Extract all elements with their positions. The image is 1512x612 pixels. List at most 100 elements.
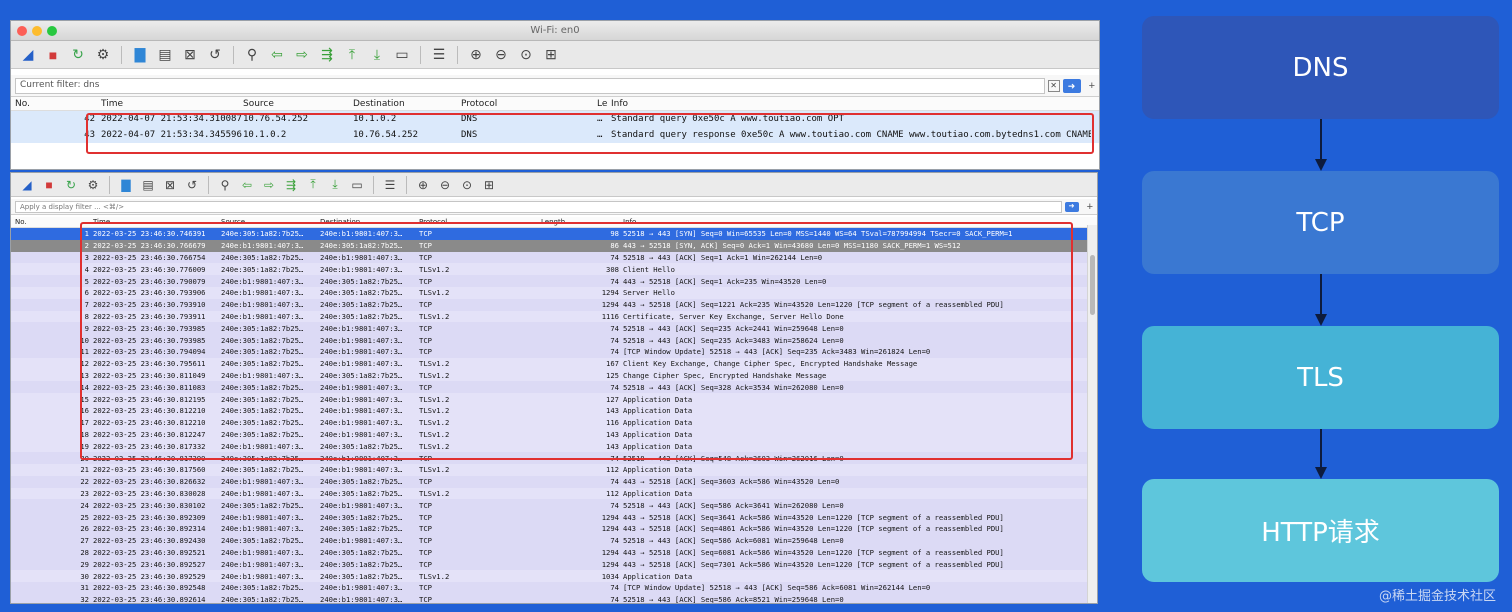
packet-row[interactable]: 11 2022-03-25 23:46:30.794094 240e:305:1a8…	[11, 345, 1097, 358]
column-header[interactable]: Destination	[320, 218, 419, 226]
save-file-icon[interactable]: ▤	[138, 175, 158, 195]
packet-row[interactable]: 25 2022-03-25 23:46:30.892309 240e:b1:9801…	[11, 511, 1097, 523]
close-file-icon[interactable]: ⊠	[160, 175, 180, 195]
packet-row[interactable]: 12 2022-03-25 23:46:30.795611 240e:305:1a8…	[11, 357, 1097, 370]
go-first-packet-icon[interactable]: ⤒	[303, 175, 323, 195]
column-header[interactable]: Info	[623, 218, 1078, 226]
packet-row[interactable]: 5 2022-03-25 23:46:30.790079 240e:b1:9801:…	[11, 275, 1097, 287]
packet-row[interactable]: 19 2022-03-25 23:46:30.817332 240e:b1:9801…	[11, 440, 1097, 453]
save-file-icon[interactable]: ▤	[154, 44, 176, 66]
packet-row[interactable]: 6 2022-03-25 23:46:30.793906 240e:b1:9801:…	[11, 286, 1097, 299]
packet-row[interactable]: 1 2022-03-25 23:46:30.746391 240e:305:1a82…	[11, 228, 1097, 240]
auto-scroll-icon[interactable]: ▭	[347, 175, 367, 195]
capture-options-icon[interactable]: ⚙	[92, 44, 114, 66]
column-header[interactable]: Length	[541, 218, 623, 226]
go-forward-icon[interactable]: ⇨	[291, 44, 313, 66]
zoom-out-icon[interactable]: ⊖	[490, 44, 512, 66]
shark-fin-start-icon[interactable]: ◢	[17, 44, 39, 66]
packet-row[interactable]: 30 2022-03-25 23:46:30.892529 240e:b1:9801…	[11, 570, 1097, 582]
display-filter-input[interactable]: Apply a display filter ... <⌘/>	[15, 200, 1062, 213]
apply-filter-button[interactable]: ➜	[1062, 78, 1081, 93]
packet-row[interactable]: 31 2022-03-25 23:46:30.892548 240e:305:1a8…	[11, 581, 1097, 594]
column-header[interactable]: Protocol	[461, 99, 597, 109]
packet-row[interactable]: 3 2022-03-25 23:46:30.766754 240e:305:1a82…	[11, 251, 1097, 264]
packet-row[interactable]: 23 2022-03-25 23:46:30.830028 240e:b1:9801…	[11, 487, 1097, 500]
go-to-packet-icon[interactable]: ⇶	[316, 44, 338, 66]
packet-row[interactable]: 28 2022-03-25 23:46:30.892521 240e:b1:9801…	[11, 546, 1097, 559]
packet-row[interactable]: 24 2022-03-25 23:46:30.830102 240e:305:1a8…	[11, 499, 1097, 512]
resize-columns-icon[interactable]: ⊞	[479, 175, 499, 195]
packet-row[interactable]: 18 2022-03-25 23:46:30.812247 240e:305:1a8…	[11, 428, 1097, 441]
packet-row[interactable]: 10 2022-03-25 23:46:30.793985 240e:305:1a8…	[11, 334, 1097, 346]
restart-capture-icon[interactable]: ↻	[61, 175, 81, 195]
add-filter-button-icon[interactable]: +	[1089, 80, 1095, 92]
find-packet-icon[interactable]: ⚲	[215, 175, 235, 195]
close-window-button[interactable]	[17, 26, 27, 36]
packet-row[interactable]: 4 2022-03-25 23:46:30.776009 240e:305:1a82…	[11, 263, 1097, 276]
open-file-icon[interactable]: ▇	[129, 44, 151, 66]
auto-scroll-icon[interactable]: ▭	[391, 44, 413, 66]
packet-row[interactable]: 21 2022-03-25 23:46:30.817560 240e:305:1a8…	[11, 463, 1097, 476]
zoom-normal-icon[interactable]: ⊙	[515, 44, 537, 66]
open-file-icon[interactable]: ▇	[116, 175, 136, 195]
packet-row[interactable]: 20 2022-03-25 23:46:30.817399 240e:305:1a8…	[11, 452, 1097, 464]
packet-row[interactable]: 13 2022-03-25 23:46:30.811049 240e:b1:9801…	[11, 369, 1097, 382]
capture-options-icon[interactable]: ⚙	[83, 175, 103, 195]
packet-row[interactable]: 22 2022-03-25 23:46:30.826632 240e:b1:9801…	[11, 475, 1097, 488]
colorize-icon[interactable]: ☰	[380, 175, 400, 195]
packet-row[interactable]: 42 2022-04-07 21:53:34.310087 10.76.54.252…	[11, 111, 1099, 127]
column-header[interactable]: Source	[221, 218, 320, 226]
packet-row[interactable]: 17 2022-03-25 23:46:30.812210 240e:305:1a8…	[11, 416, 1097, 429]
column-header[interactable]: No.	[11, 218, 93, 226]
colorize-icon[interactable]: ☰	[428, 44, 450, 66]
packet-row[interactable]: 9 2022-03-25 23:46:30.793985 240e:305:1a82…	[11, 322, 1097, 335]
packet-row[interactable]: 7 2022-03-25 23:46:30.793910 240e:b1:9801:…	[11, 298, 1097, 311]
go-back-icon[interactable]: ⇦	[237, 175, 257, 195]
column-header[interactable]: Source	[243, 99, 353, 109]
go-back-icon[interactable]: ⇦	[266, 44, 288, 66]
minimize-window-button[interactable]	[32, 26, 42, 36]
apply-filter-button[interactable]: ➜	[1064, 201, 1079, 212]
column-header[interactable]: No.	[11, 99, 101, 109]
go-last-packet-icon[interactable]: ⤓	[366, 44, 388, 66]
zoom-in-icon[interactable]: ⊕	[465, 44, 487, 66]
packet-row[interactable]: 8 2022-03-25 23:46:30.793911 240e:b1:9801:…	[11, 310, 1097, 323]
packet-list-scrollbar[interactable]	[1087, 225, 1097, 603]
clear-filter-icon[interactable]: ✕	[1047, 79, 1060, 92]
packet-row[interactable]: 2 2022-03-25 23:46:30.766679 240e:b1:9801:…	[11, 239, 1097, 252]
go-first-packet-icon[interactable]: ⤒	[341, 44, 363, 66]
column-header[interactable]: Info	[611, 99, 1091, 109]
display-filter-input[interactable]: Current filter: dns	[15, 77, 1045, 94]
go-forward-icon[interactable]: ⇨	[259, 175, 279, 195]
packet-row[interactable]: 27 2022-03-25 23:46:30.892430 240e:305:1a8…	[11, 534, 1097, 547]
column-header[interactable]: Destination	[353, 99, 461, 109]
restart-capture-icon[interactable]: ↻	[67, 44, 89, 66]
find-packet-icon[interactable]: ⚲	[241, 44, 263, 66]
column-header[interactable]: Le	[597, 99, 611, 109]
column-header[interactable]: Time	[101, 99, 243, 109]
zoom-normal-icon[interactable]: ⊙	[457, 175, 477, 195]
go-to-packet-icon[interactable]: ⇶	[281, 175, 301, 195]
zoom-window-button[interactable]	[47, 26, 57, 36]
resize-columns-icon[interactable]: ⊞	[540, 44, 562, 66]
stop-capture-icon[interactable]: ■	[39, 175, 59, 195]
scrollbar-thumb[interactable]	[1090, 255, 1095, 315]
close-file-icon[interactable]: ⊠	[179, 44, 201, 66]
packet-row[interactable]: 32 2022-03-25 23:46:30.892614 240e:305:1a8…	[11, 593, 1097, 603]
reload-file-icon[interactable]: ↺	[182, 175, 202, 195]
packet-row[interactable]: 14 2022-03-25 23:46:30.811083 240e:305:1a8…	[11, 381, 1097, 394]
zoom-out-icon[interactable]: ⊖	[435, 175, 455, 195]
stop-capture-icon[interactable]: ■	[42, 44, 64, 66]
packet-row[interactable]: 29 2022-03-25 23:46:30.892527 240e:b1:9801…	[11, 558, 1097, 571]
zoom-in-icon[interactable]: ⊕	[413, 175, 433, 195]
go-last-packet-icon[interactable]: ⤓	[325, 175, 345, 195]
packet-row[interactable]: 15 2022-03-25 23:46:30.812195 240e:305:1a8…	[11, 393, 1097, 405]
column-header[interactable]: Time	[93, 218, 221, 226]
reload-file-icon[interactable]: ↺	[204, 44, 226, 66]
add-filter-button-icon[interactable]: +	[1087, 201, 1093, 213]
shark-fin-start-icon[interactable]: ◢	[17, 175, 37, 195]
packet-row[interactable]: 26 2022-03-25 23:46:30.892314 240e:b1:9801…	[11, 522, 1097, 535]
column-header[interactable]: Protocol	[419, 218, 541, 226]
packet-row[interactable]: 16 2022-03-25 23:46:30.812210 240e:305:1a8…	[11, 404, 1097, 417]
packet-row[interactable]: 43 2022-04-07 21:53:34.345596 10.1.0.2 10.7…	[11, 127, 1099, 143]
